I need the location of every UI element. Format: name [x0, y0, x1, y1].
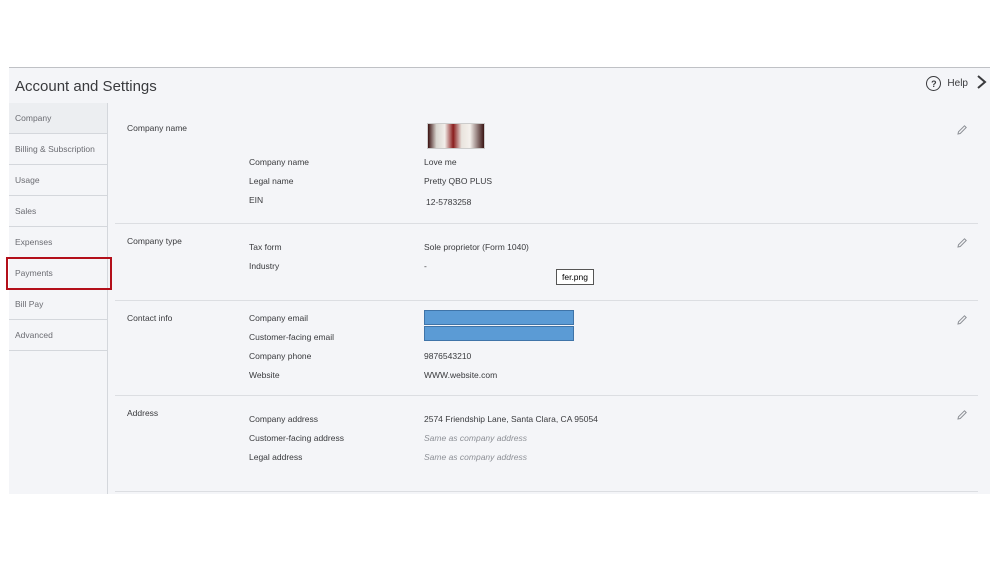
- sidebar-item-advanced[interactable]: Advanced: [9, 320, 107, 351]
- field-label: Legal address: [249, 452, 303, 462]
- field-value: Sole proprietor (Form 1040): [424, 242, 529, 252]
- help-label: Help: [947, 78, 968, 89]
- field-label: Industry: [249, 261, 280, 271]
- field-value: Pretty QBO PLUS: [424, 176, 493, 186]
- field-value: -: [424, 261, 427, 271]
- redaction-box: [424, 310, 574, 325]
- field-value: Same as company address: [424, 433, 527, 443]
- file-tooltip: fer.png: [556, 269, 594, 285]
- field-label: Customer-facing address: [249, 433, 344, 443]
- help-button[interactable]: ? Help: [926, 76, 968, 91]
- field-value: Same as company address: [424, 452, 527, 462]
- sidebar-item-company[interactable]: Company: [9, 103, 107, 134]
- field-value: 2574 Friendship Lane, Santa Clara, CA 95…: [424, 414, 598, 424]
- page-title: Account and Settings: [15, 78, 157, 95]
- section-title: Contact info: [127, 313, 173, 323]
- field-label: Website: [249, 370, 280, 380]
- pencil-icon[interactable]: [956, 314, 968, 326]
- company-logo: [427, 123, 485, 149]
- field-value: 12-5783258: [426, 197, 472, 207]
- sidebar-item-bill-pay[interactable]: Bill Pay: [9, 289, 107, 320]
- field-label: Legal name: [249, 176, 294, 186]
- sidebar-item-usage[interactable]: Usage: [9, 165, 107, 196]
- sidebar-item-expenses[interactable]: Expenses: [9, 227, 107, 258]
- chevron-right-icon[interactable]: [974, 74, 988, 90]
- field-label: Tax form: [249, 242, 282, 252]
- address-section[interactable]: Address Company address 2574 Friendship …: [115, 396, 978, 492]
- sidebar-item-sales[interactable]: Sales: [9, 196, 107, 227]
- field-value: WWW.website.com: [424, 370, 498, 380]
- settings-panel: Account and Settings ? Help Company Bill…: [6, 67, 990, 494]
- contact-info-section[interactable]: Contact info Company email Customer-faci…: [115, 301, 978, 396]
- sidebar-item-payments[interactable]: Payments: [6, 257, 112, 290]
- settings-sidebar: Company Billing & Subscription Usage Sal…: [6, 103, 112, 494]
- field-label: Company phone: [249, 351, 312, 361]
- field-label: Company name: [249, 157, 310, 167]
- field-label: EIN: [249, 195, 264, 205]
- redaction-box: [424, 326, 574, 341]
- section-title: Address: [127, 408, 159, 418]
- section-title: Company name: [127, 123, 188, 133]
- field-value: Love me: [424, 157, 457, 167]
- company-type-section[interactable]: Company type Tax form Sole proprietor (F…: [115, 224, 978, 301]
- pencil-icon[interactable]: [956, 237, 968, 249]
- question-circle-icon: ?: [926, 76, 942, 91]
- company-name-section[interactable]: Company name Company name Love me Legal …: [115, 103, 978, 224]
- field-label: Company address: [249, 414, 318, 424]
- field-label: Customer-facing email: [249, 332, 335, 342]
- pencil-icon[interactable]: [956, 124, 968, 136]
- sidebar-item-billing[interactable]: Billing & Subscription: [9, 134, 107, 165]
- field-label: Company email: [249, 313, 309, 323]
- section-title: Company type: [127, 236, 182, 246]
- pencil-icon[interactable]: [956, 409, 968, 421]
- field-value: 9876543210: [424, 351, 472, 361]
- settings-content: Company name Company name Love me Legal …: [115, 103, 978, 494]
